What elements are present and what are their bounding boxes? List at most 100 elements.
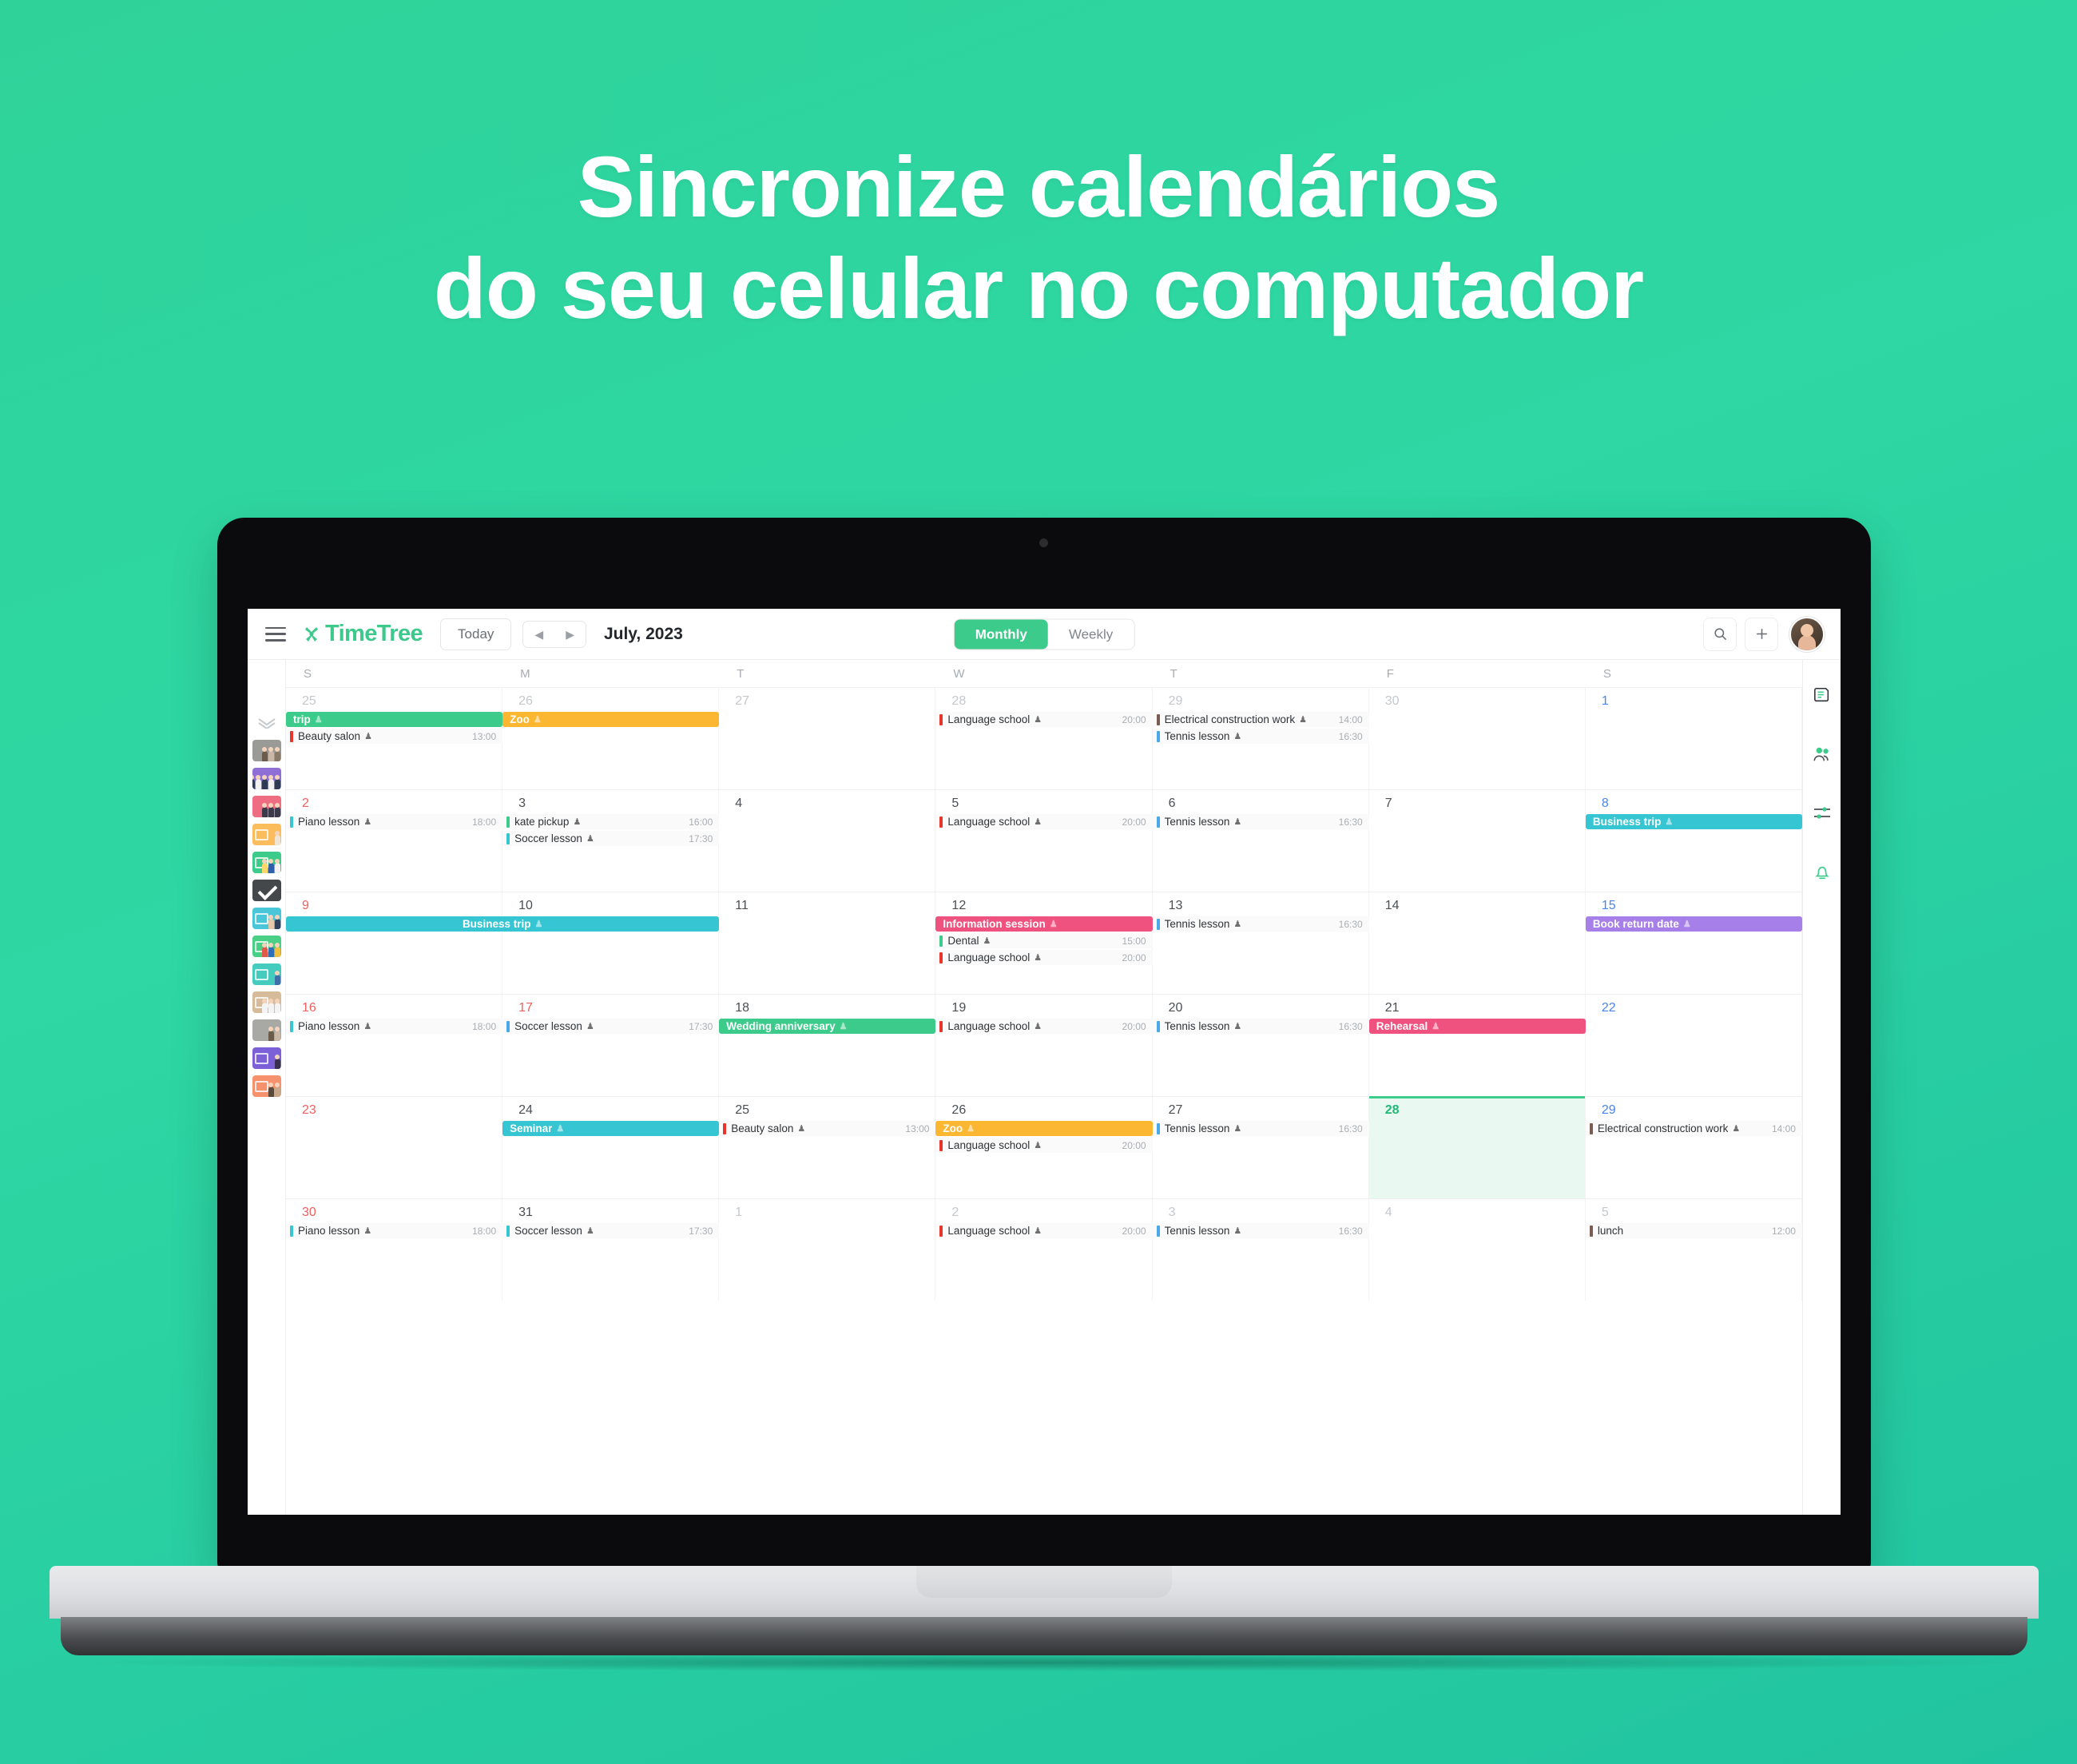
calendar-event[interactable]: Electrical construction work ♟ 14:00 <box>1585 1121 1802 1136</box>
calendar-event[interactable]: Business trip ♟ <box>286 916 720 932</box>
calendar-event[interactable]: Language school ♟ 20:00 <box>935 814 1153 829</box>
calendar-members-avatars <box>274 975 280 985</box>
calendar-event[interactable]: Zoo ♟ <box>935 1121 1153 1136</box>
calendar-event[interactable]: Wedding anniversary ♟ <box>719 1019 936 1034</box>
day-number: 8 <box>1601 797 1609 810</box>
event-time: 20:00 <box>1122 1020 1146 1032</box>
calendar-event[interactable]: Tennis lesson ♟ 16:30 <box>1152 729 1369 744</box>
calendar-event[interactable]: trip ♟ <box>286 712 503 727</box>
shared-member-icon: ♟ <box>1034 1022 1042 1031</box>
app-screen: TimeTree Today ◀ ▶ July, 2023 Monthly We… <box>248 609 1841 1515</box>
calendar-event[interactable]: Tennis lesson ♟ 16:30 <box>1152 1019 1369 1034</box>
double-chevron-icon[interactable] <box>256 716 277 729</box>
calendar-event[interactable]: Language school ♟ 20:00 <box>935 712 1153 727</box>
day-header-3: W <box>953 666 965 681</box>
event-time: 20:00 <box>1122 713 1146 725</box>
calendar-members-avatars <box>274 1059 280 1069</box>
laptop-notch <box>916 1566 1172 1598</box>
calendar-event[interactable]: Seminar ♟ <box>502 1121 720 1136</box>
calendar-event[interactable]: Dental ♟ 15:00 <box>935 933 1153 948</box>
calendar-event[interactable]: Tennis lesson ♟ 16:30 <box>1152 916 1369 932</box>
calendar-thumb-salmon-music-calendar[interactable] <box>252 1075 281 1097</box>
event-title: Piano lesson <box>298 1020 360 1032</box>
event-time: 20:00 <box>1122 1225 1146 1237</box>
calendar-members-avatars <box>252 779 280 789</box>
tab-monthly[interactable]: Monthly <box>954 619 1048 649</box>
calendar-event[interactable]: Tennis lesson ♟ 16:30 <box>1152 1121 1369 1136</box>
day-number: 12 <box>951 899 967 912</box>
calendar-event[interactable]: Beauty salon ♟ 13:00 <box>286 729 503 744</box>
calendar-thumb-green-friends-calendar[interactable] <box>252 936 281 957</box>
laptop-lid: TimeTree Today ◀ ▶ July, 2023 Monthly We… <box>217 518 1871 1574</box>
week-row: 2 3 4 5 6 7 8 Piano lesson ♟ 18:00 kate pickup ♟ 16:… <box>286 790 1802 892</box>
current-month-label: July, 2023 <box>603 624 683 643</box>
day-number: 19 <box>951 1001 967 1015</box>
calendar-thumb-family-photo-calendar[interactable] <box>252 740 281 761</box>
calendar-event[interactable]: Piano lesson ♟ 18:00 <box>286 1019 503 1034</box>
calendar-thumb-selected-dark-calendar[interactable] <box>252 880 281 901</box>
calendar-thumb-teal-team-calendar[interactable] <box>252 908 281 929</box>
calendar-event[interactable]: Language school ♟ 20:00 <box>935 1223 1153 1238</box>
event-time: 17:30 <box>689 1020 713 1032</box>
calendar-event[interactable]: Book return date ♟ <box>1585 916 1802 932</box>
calendar-event[interactable]: kate pickup ♟ 16:00 <box>502 814 720 829</box>
calendar-event[interactable]: Soccer lesson ♟ 17:30 <box>502 1223 720 1238</box>
calendar-event[interactable]: Business trip ♟ <box>1585 814 1802 829</box>
day-number: 26 <box>951 1103 967 1117</box>
day-number: 25 <box>302 694 316 708</box>
event-time: 17:30 <box>689 1225 713 1237</box>
hamburger-icon[interactable] <box>265 626 286 642</box>
calendar-event[interactable]: Beauty salon ♟ 13:00 <box>719 1121 936 1136</box>
day-number: 18 <box>735 1001 750 1015</box>
calendar-thumb-purple-idea-calendar[interactable] <box>252 1047 281 1069</box>
avatar[interactable] <box>1789 616 1825 652</box>
shared-member-icon: ♟ <box>586 834 594 844</box>
calendar-event[interactable]: Information session ♟ <box>935 916 1153 932</box>
calendar-event[interactable]: Tennis lesson ♟ 16:30 <box>1152 1223 1369 1238</box>
prev-month-icon[interactable]: ◀ <box>523 622 554 647</box>
event-title: Tennis lesson <box>1164 1122 1230 1134</box>
today-button[interactable]: Today <box>440 618 512 650</box>
sliders-icon[interactable] <box>1805 796 1840 831</box>
calendar-event[interactable]: Rehearsal ♟ <box>1368 1019 1586 1034</box>
calendar-event[interactable]: Soccer lesson ♟ 17:30 <box>502 1019 720 1034</box>
calendar-event[interactable]: Zoo ♟ <box>502 712 720 727</box>
calendar-thumb-teal-work-calendar[interactable] <box>252 963 281 985</box>
calendar-event[interactable]: Piano lesson ♟ 18:00 <box>286 1223 503 1238</box>
search-icon[interactable] <box>1703 617 1737 651</box>
calendar-event[interactable]: Electrical construction work ♟ 14:00 <box>1152 712 1369 727</box>
calendar-members-avatars <box>261 751 280 761</box>
calendar-thumb-green-home-calendar[interactable] <box>252 852 281 873</box>
event-color-stripe <box>506 1020 510 1032</box>
brand-logo[interactable]: TimeTree <box>302 621 423 647</box>
calendar-thumb-purple-group-calendar[interactable] <box>252 768 281 789</box>
plus-icon[interactable] <box>1745 617 1778 651</box>
calendar-event[interactable]: Language school ♟ 20:00 <box>935 950 1153 965</box>
event-time: 20:00 <box>1122 816 1146 828</box>
bell-icon[interactable] <box>1805 855 1840 890</box>
calendar-event[interactable]: lunch 12:00 <box>1585 1223 1802 1238</box>
event-color-stripe <box>290 730 293 742</box>
calendar-glyph-icon <box>254 829 268 840</box>
calendar-event[interactable]: Tennis lesson ♟ 16:30 <box>1152 814 1369 829</box>
calendar-event[interactable]: Language school ♟ 20:00 <box>935 1019 1153 1034</box>
next-month-icon[interactable]: ▶ <box>554 622 586 647</box>
calendar-thumb-orange-work-calendar[interactable] <box>252 824 281 845</box>
tab-weekly[interactable]: Weekly <box>1048 619 1134 649</box>
event-title: Beauty salon <box>298 730 361 742</box>
calendar-thumb-pink-group-calendar[interactable] <box>252 796 281 817</box>
day-number: 2 <box>951 1206 959 1219</box>
memo-icon[interactable] <box>1805 677 1840 713</box>
calendar-glyph-icon <box>254 913 268 924</box>
event-color-stripe <box>723 1122 727 1134</box>
people-icon[interactable] <box>1805 737 1840 772</box>
calendar-thumb-street-photo-calendar[interactable] <box>252 1019 281 1041</box>
day-number: 11 <box>735 899 749 912</box>
calendar-thumb-beige-class-calendar[interactable] <box>252 991 281 1013</box>
event-title: Piano lesson <box>298 816 360 828</box>
event-title: Language school <box>947 816 1031 828</box>
calendar-event[interactable]: Soccer lesson ♟ 17:30 <box>502 831 720 846</box>
calendar-event[interactable]: Language school ♟ 20:00 <box>935 1138 1153 1153</box>
calendar-event[interactable]: Piano lesson ♟ 18:00 <box>286 814 503 829</box>
day-number: 2 <box>302 797 309 810</box>
